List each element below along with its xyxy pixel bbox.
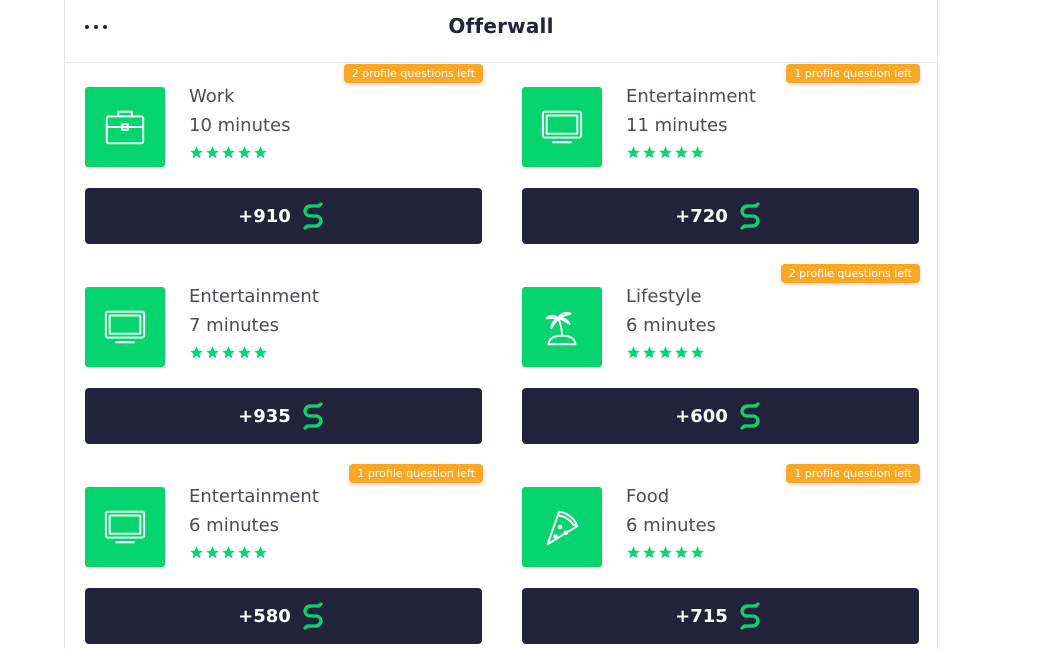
offer-card[interactable]: 1 profile question left Entertainment 11… bbox=[522, 64, 920, 244]
reward-button[interactable]: +600 bbox=[522, 388, 919, 444]
star-icon bbox=[221, 345, 236, 364]
reward-amount: +910 bbox=[238, 205, 291, 227]
offer-duration: 6 minutes bbox=[626, 515, 717, 536]
briefcase-icon bbox=[85, 87, 165, 167]
reward-amount: +935 bbox=[238, 405, 291, 427]
star-icon bbox=[205, 545, 220, 564]
star-icon bbox=[205, 145, 220, 164]
offer-category: Entertainment bbox=[189, 486, 319, 507]
offer-card[interactable]: 1 profile question left Entertainment 6 … bbox=[85, 464, 483, 644]
offer-duration: 7 minutes bbox=[189, 315, 280, 336]
coin-icon bbox=[734, 400, 766, 432]
reward-button[interactable]: +720 bbox=[522, 188, 919, 244]
offer-duration: 11 minutes bbox=[626, 115, 728, 136]
star-icon bbox=[690, 345, 705, 364]
coin-icon bbox=[297, 600, 329, 632]
star-icon bbox=[221, 545, 236, 564]
offer-duration: 6 minutes bbox=[189, 515, 280, 536]
star-icon bbox=[189, 345, 204, 364]
header: Offerwall bbox=[65, 0, 937, 63]
reward-amount: +715 bbox=[675, 605, 728, 627]
star-icon bbox=[189, 145, 204, 164]
profile-questions-badge: 2 profile questions left bbox=[343, 64, 483, 83]
star-icon bbox=[221, 145, 236, 164]
rating-stars bbox=[626, 145, 705, 164]
offer-card[interactable]: 2 profile questions left Work 10 minutes… bbox=[85, 64, 483, 244]
reward-button[interactable]: +715 bbox=[522, 588, 919, 644]
offer-category: Lifestyle bbox=[626, 286, 702, 307]
star-icon bbox=[642, 545, 657, 564]
rating-stars bbox=[189, 345, 268, 364]
star-icon bbox=[626, 145, 641, 164]
offer-card[interactable]: Entertainment 7 minutes +935 bbox=[85, 264, 483, 444]
star-icon bbox=[674, 345, 689, 364]
star-icon bbox=[674, 545, 689, 564]
offer-card[interactable]: 1 profile question left Food 6 minutes +… bbox=[522, 464, 920, 644]
monitor-icon bbox=[85, 487, 165, 567]
coin-icon bbox=[297, 200, 329, 232]
reward-amount: +600 bbox=[675, 405, 728, 427]
star-icon bbox=[237, 545, 252, 564]
monitor-icon bbox=[522, 87, 602, 167]
reward-amount: +580 bbox=[238, 605, 291, 627]
reward-button[interactable]: +580 bbox=[85, 588, 482, 644]
star-icon bbox=[253, 145, 268, 164]
profile-questions-badge: 1 profile question left bbox=[786, 464, 920, 483]
star-icon bbox=[237, 145, 252, 164]
profile-questions-badge: 1 profile question left bbox=[349, 464, 483, 483]
star-icon bbox=[626, 345, 641, 364]
offer-category: Entertainment bbox=[626, 86, 756, 107]
coin-icon bbox=[297, 400, 329, 432]
rating-stars bbox=[626, 545, 705, 564]
star-icon bbox=[690, 145, 705, 164]
profile-questions-badge: 2 profile questions left bbox=[780, 264, 920, 283]
reward-button[interactable]: +910 bbox=[85, 188, 482, 244]
profile-questions-badge: 1 profile question left bbox=[786, 64, 920, 83]
star-icon bbox=[642, 145, 657, 164]
offer-duration: 10 minutes bbox=[189, 115, 291, 136]
star-icon bbox=[253, 545, 268, 564]
rating-stars bbox=[189, 145, 268, 164]
offer-category: Entertainment bbox=[189, 286, 319, 307]
offer-category: Work bbox=[189, 86, 235, 107]
reward-button[interactable]: +935 bbox=[85, 388, 482, 444]
star-icon bbox=[642, 345, 657, 364]
star-icon bbox=[690, 545, 705, 564]
offerwall-panel: Offerwall 2 profile questions left Work … bbox=[64, 0, 938, 649]
star-icon bbox=[658, 545, 673, 564]
star-icon bbox=[205, 345, 220, 364]
coin-icon bbox=[734, 600, 766, 632]
monitor-icon bbox=[85, 287, 165, 367]
offer-category: Food bbox=[626, 486, 670, 507]
star-icon bbox=[237, 345, 252, 364]
palm-island-icon bbox=[522, 287, 602, 367]
star-icon bbox=[626, 545, 641, 564]
rating-stars bbox=[189, 545, 268, 564]
coin-icon bbox=[734, 200, 766, 232]
star-icon bbox=[658, 145, 673, 164]
offer-duration: 6 minutes bbox=[626, 315, 717, 336]
offer-card[interactable]: 2 profile questions left Lifestyle 6 min… bbox=[522, 264, 920, 444]
star-icon bbox=[253, 345, 268, 364]
page-title: Offerwall bbox=[448, 14, 554, 38]
reward-amount: +720 bbox=[675, 205, 728, 227]
pizza-slice-icon bbox=[522, 487, 602, 567]
star-icon bbox=[189, 545, 204, 564]
star-icon bbox=[658, 345, 673, 364]
star-icon bbox=[674, 145, 689, 164]
rating-stars bbox=[626, 345, 705, 364]
